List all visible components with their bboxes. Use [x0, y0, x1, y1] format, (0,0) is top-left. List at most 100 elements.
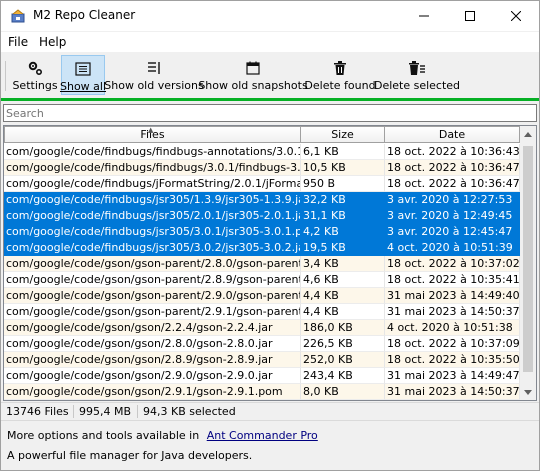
column-date-label: Date [438, 128, 466, 141]
cell-date: 3 avr. 2020 à 12:49:45 [385, 208, 520, 224]
cell-size: 252,0 KB [301, 352, 385, 368]
table-row[interactable]: com/google/code/findbugs/findbugs/3.0.1/… [4, 160, 520, 176]
table-row[interactable]: com/google/code/findbugs/jsr305/3.0.1/js… [4, 224, 520, 240]
cell-date: 18 oct. 2022 à 10:37:02 [385, 256, 520, 272]
search-input[interactable] [3, 104, 537, 122]
menu-bar: File Help [1, 32, 539, 52]
table-row[interactable]: com/google/code/gson/gson/2.8.9/gson-2.8… [4, 352, 520, 368]
cell-date: 18 oct. 2022 à 10:35:50 [385, 352, 520, 368]
table-row[interactable]: com/google/code/findbugs/jFormatString/2… [4, 176, 520, 192]
filter-list-icon [146, 58, 162, 78]
list-icon [75, 59, 91, 79]
close-button[interactable] [493, 1, 539, 31]
settings-button[interactable]: Settings [12, 55, 58, 95]
table-row[interactable]: com/google/code/gson/gson-parent/2.9.1/g… [4, 304, 520, 320]
cell-file: com/google/code/findbugs/jsr305/3.0.1/js… [4, 224, 301, 240]
promo-panel: More options and tools available in Ant … [1, 420, 539, 470]
cell-size: 4,4 KB [301, 288, 385, 304]
cell-file: com/google/code/gson/gson-parent/2.9.0/g… [4, 288, 301, 304]
table-row[interactable]: com/google/code/findbugs/jsr305/2.0.1/js… [4, 208, 520, 224]
cell-file: com/google/code/findbugs/findbugs/3.0.1/… [4, 160, 301, 176]
show-old-versions-button[interactable]: Show old versions [104, 55, 204, 95]
table-row[interactable]: com/google/code/gson/gson/2.9.0/gson-2.9… [4, 368, 520, 384]
cell-date: 31 mai 2023 à 14:49:40 [385, 288, 520, 304]
menu-help[interactable]: Help [39, 35, 66, 49]
title-bar: M2 Repo Cleaner [1, 1, 539, 31]
toolbar: Settings Show all Show old versions Show… [1, 53, 539, 98]
cell-file: com/google/code/gson/gson/2.8.0/gson-2.8… [4, 336, 301, 352]
cell-size: 31,1 KB [301, 208, 385, 224]
cell-date: 31 mai 2023 à 14:50:37 [385, 384, 520, 400]
cell-file: com/google/code/findbugs/jsr305/2.0.1/js… [4, 208, 301, 224]
trash-icon [334, 58, 346, 78]
cell-size: 8,0 KB [301, 384, 385, 400]
ant-commander-link[interactable]: Ant Commander Pro [207, 429, 318, 442]
show-all-label: Show all [59, 80, 107, 93]
table-row[interactable]: com/google/code/gson/gson-parent/2.9.0/g… [4, 288, 520, 304]
cell-size: 6,1 KB [301, 144, 385, 160]
table-row[interactable]: com/google/code/findbugs/findbugs-annota… [4, 144, 520, 160]
column-header-date[interactable]: Date [385, 126, 520, 143]
gear-icon [27, 58, 43, 78]
cell-date: 18 oct. 2022 à 10:36:47 [385, 160, 520, 176]
cell-size: 32,2 KB [301, 192, 385, 208]
show-all-button[interactable]: Show all [59, 55, 107, 95]
maximize-button[interactable] [447, 1, 493, 31]
show-old-snapshots-button[interactable]: Show old snapshots [198, 55, 308, 95]
table-row[interactable]: com/google/code/gson/gson/2.2.4/gson-2.2… [4, 320, 520, 336]
cell-date: 31 mai 2023 à 14:49:47 [385, 368, 520, 384]
promo-line-2: A powerful file manager for Java develop… [7, 449, 253, 462]
promo-line-1: More options and tools available in Ant … [7, 429, 318, 442]
column-header-files[interactable]: Files ▲ [4, 126, 301, 143]
cell-date: 3 avr. 2020 à 12:27:53 [385, 192, 520, 208]
files-table: Files ▲ Size Date com/google/code/findbu… [3, 125, 537, 401]
calendar-icon [246, 58, 260, 78]
promo-text: More options and tools available in [7, 429, 200, 442]
cell-file: com/google/code/gson/gson-parent/2.8.0/g… [4, 256, 301, 272]
cell-file: com/google/code/findbugs/findbugs-annota… [4, 144, 301, 160]
cell-size: 950 B [301, 176, 385, 192]
show-old-versions-label: Show old versions [104, 79, 204, 92]
table-row[interactable]: com/google/code/gson/gson/2.8.0/gson-2.8… [4, 336, 520, 352]
minimize-button[interactable] [401, 1, 447, 31]
cell-date: 18 oct. 2022 à 10:37:09 [385, 336, 520, 352]
progress-bar [1, 98, 539, 101]
status-total-size: 995,4 MB [79, 405, 132, 418]
cell-size: 4,4 KB [301, 304, 385, 320]
cell-size: 186,0 KB [301, 320, 385, 336]
app-window: M2 Repo Cleaner File Help Settings Show … [0, 0, 540, 471]
table-row[interactable]: com/google/code/findbugs/jsr305/3.0.2/js… [4, 240, 520, 256]
table-row[interactable]: com/google/code/gson/gson-parent/2.8.9/g… [4, 272, 520, 288]
scroll-up-arrow[interactable] [520, 126, 536, 142]
delete-selected-label: Delete selected [373, 79, 461, 92]
delete-found-button[interactable]: Delete found [304, 55, 376, 95]
cell-size: 10,5 KB [301, 160, 385, 176]
vertical-scrollbar[interactable] [520, 126, 536, 400]
status-selected-size: 94,3 KB selected [143, 405, 236, 418]
column-header-size[interactable]: Size [301, 126, 385, 143]
status-bar: 13746 Files 995,4 MB 94,3 KB selected [1, 402, 539, 420]
sort-ascending-icon: ▲ [148, 126, 154, 134]
cell-file: com/google/code/findbugs/jFormatString/2… [4, 176, 301, 192]
cell-file: com/google/code/findbugs/jsr305/1.3.9/js… [4, 192, 301, 208]
menu-file[interactable]: File [8, 35, 28, 49]
status-divider [137, 405, 138, 418]
cell-date: 18 oct. 2022 à 10:35:41 [385, 272, 520, 288]
column-size-label: Size [331, 128, 354, 141]
scrollbar-thumb[interactable] [523, 146, 533, 372]
cell-date: 3 avr. 2020 à 12:45:47 [385, 224, 520, 240]
scroll-down-arrow[interactable] [520, 384, 536, 400]
table-row[interactable]: com/google/code/gson/gson-parent/2.8.0/g… [4, 256, 520, 272]
cell-size: 243,4 KB [301, 368, 385, 384]
table-row[interactable]: com/google/code/gson/gson/2.9.1/gson-2.9… [4, 384, 520, 400]
table-row[interactable]: com/google/code/findbugs/jsr305/1.3.9/js… [4, 192, 520, 208]
window-title: M2 Repo Cleaner [33, 8, 136, 22]
cell-date: 18 oct. 2022 à 10:36:47 [385, 176, 520, 192]
cell-date: 18 oct. 2022 à 10:36:43 [385, 144, 520, 160]
cell-file: com/google/code/gson/gson/2.8.9/gson-2.8… [4, 352, 301, 368]
delete-selected-button[interactable]: Delete selected [373, 55, 461, 95]
cell-date: 4 oct. 2020 à 10:51:39 [385, 240, 520, 256]
cell-date: 31 mai 2023 à 14:50:37 [385, 304, 520, 320]
cell-size: 226,5 KB [301, 336, 385, 352]
cell-size: 4,2 KB [301, 224, 385, 240]
